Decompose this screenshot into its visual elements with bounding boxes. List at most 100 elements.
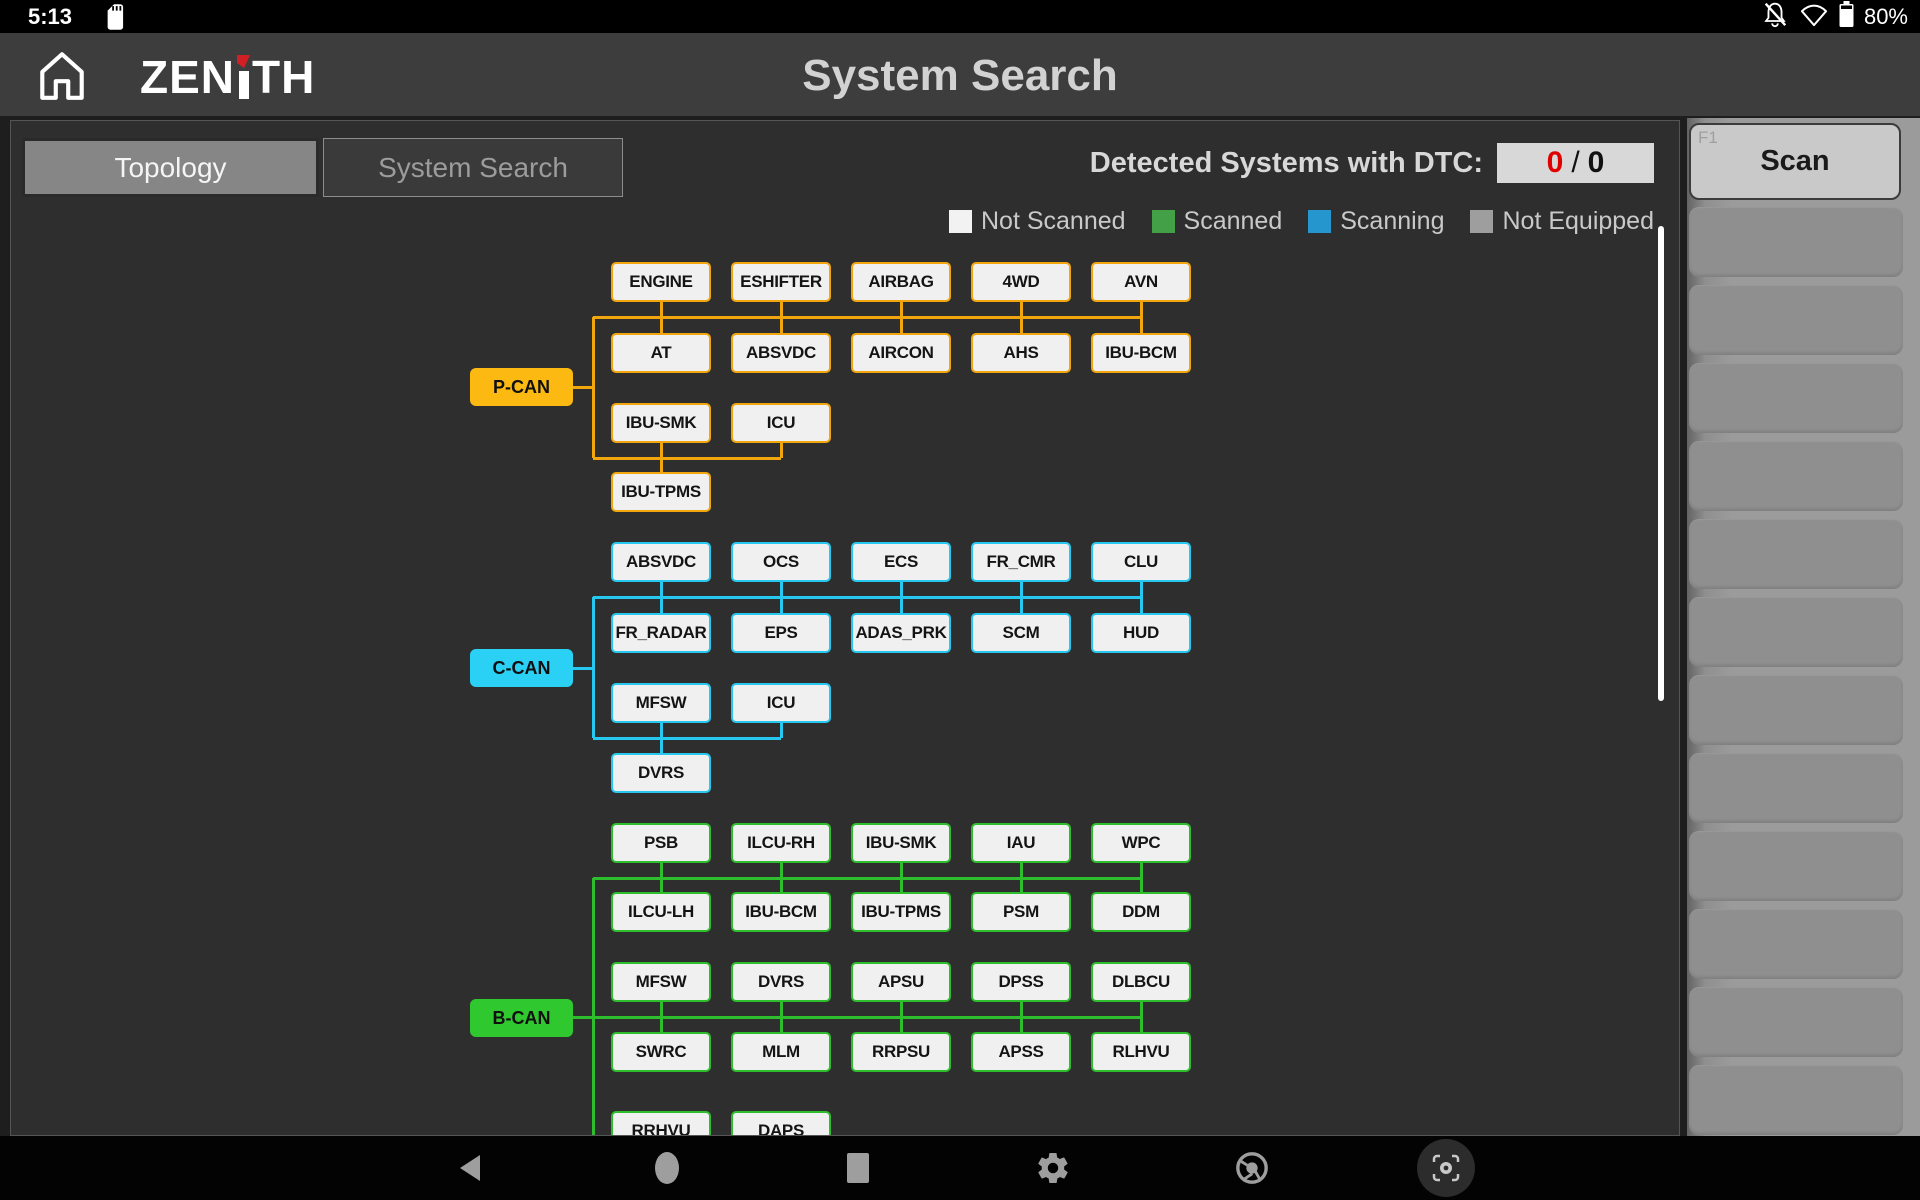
topology-node-fr_cmr[interactable]: FR_CMR [971, 542, 1071, 582]
bus-line [900, 863, 903, 878]
topology-node-dpss[interactable]: DPSS [971, 962, 1071, 1002]
topology-node-apsu[interactable]: APSU [851, 962, 951, 1002]
function-sidebar: F1 Scan [1687, 118, 1920, 1136]
sidebar-empty-button [1689, 987, 1903, 1057]
topology-node-eshifter[interactable]: ESHIFTER [731, 262, 831, 302]
topology-node-apss[interactable]: APSS [971, 1032, 1071, 1072]
topology-node-rlhvu[interactable]: RLHVU [1091, 1032, 1191, 1072]
topology-node-ibu-smk[interactable]: IBU-SMK [851, 823, 951, 863]
topology-node-ibu-bcm[interactable]: IBU-BCM [731, 892, 831, 932]
topology-node-fr_radar[interactable]: FR_RADAR [611, 613, 711, 653]
topology-node-ibu-tpms[interactable]: IBU-TPMS [851, 892, 951, 932]
status-bar: 5:13 80% [0, 0, 1920, 33]
topology-node-ddm[interactable]: DDM [1091, 892, 1191, 932]
bus-line [900, 1002, 903, 1017]
topology-node-ilcu-rh[interactable]: ILCU-RH [731, 823, 831, 863]
topology-node-engine[interactable]: ENGINE [611, 262, 711, 302]
bus-line [1140, 1002, 1143, 1017]
bus-line [780, 317, 783, 333]
topology-node-adas_prk[interactable]: ADAS_PRK [851, 613, 951, 653]
topology-node-mlm[interactable]: MLM [731, 1032, 831, 1072]
bus-line [780, 1017, 783, 1032]
bus-line [660, 863, 663, 878]
bus-line [592, 878, 595, 1136]
topology-canvas: ENGINE ESHIFTER AIRBAG 4WD AVN AT ABSVDC AIRCON… [11, 121, 1680, 1136]
browser-button[interactable] [1220, 1136, 1284, 1200]
topology-node-ahs[interactable]: AHS [971, 333, 1071, 373]
topology-node-hud[interactable]: HUD [1091, 613, 1191, 653]
bus-line [1140, 1017, 1143, 1032]
topology-node-wpc[interactable]: WPC [1091, 823, 1191, 863]
android-nav-bar [0, 1136, 1920, 1200]
screenshot-button[interactable] [1414, 1136, 1478, 1200]
recents-icon [845, 1151, 871, 1185]
bus-line [573, 386, 593, 389]
topology-node-rrpsu[interactable]: RRPSU [851, 1032, 951, 1072]
topology-node-dvrs[interactable]: DVRS [611, 753, 711, 793]
topology-node-4wd[interactable]: 4WD [971, 262, 1071, 302]
topology-node-psm[interactable]: PSM [971, 892, 1071, 932]
topology-node-ecs[interactable]: ECS [851, 542, 951, 582]
topology-node-daps[interactable]: DAPS [731, 1111, 831, 1136]
topology-node-ibu-bcm[interactable]: IBU-BCM [1091, 333, 1191, 373]
bus-line [1140, 302, 1143, 317]
bus-line [900, 597, 903, 613]
bus-line [573, 1016, 1141, 1019]
can-bus-label-c-can: C-CAN [470, 649, 573, 687]
topology-node-swrc[interactable]: SWRC [611, 1032, 711, 1072]
settings-button[interactable] [1021, 1136, 1085, 1200]
bus-line [1020, 597, 1023, 613]
topology-node-dvrs[interactable]: DVRS [731, 962, 831, 1002]
bus-line [660, 582, 663, 597]
back-button[interactable] [438, 1136, 502, 1200]
topology-node-iau[interactable]: IAU [971, 823, 1071, 863]
topology-node-mfsw[interactable]: MFSW [611, 962, 711, 1002]
content-panel: TopologySystem Search Detected Systems w… [10, 120, 1680, 1136]
bus-line [1140, 863, 1143, 878]
topology-node-ibu-tpms[interactable]: IBU-TPMS [611, 472, 711, 512]
recents-button[interactable] [826, 1136, 890, 1200]
sidebar-empty-button [1689, 753, 1903, 823]
topology-node-dlbcu[interactable]: DLBCU [1091, 962, 1191, 1002]
topology-node-scm[interactable]: SCM [971, 613, 1071, 653]
notifications-off-icon [1761, 0, 1789, 33]
bus-line [900, 302, 903, 317]
bus-line [780, 878, 783, 892]
clock-text: 5:13 [28, 4, 72, 30]
topology-node-absvdc[interactable]: ABSVDC [731, 333, 831, 373]
topology-node-avn[interactable]: AVN [1091, 262, 1191, 302]
bus-line [660, 302, 663, 317]
topology-node-ibu-smk[interactable]: IBU-SMK [611, 403, 711, 443]
topology-node-ocs[interactable]: OCS [731, 542, 831, 582]
topology-node-ilcu-lh[interactable]: ILCU-LH [611, 892, 711, 932]
bus-line [780, 597, 783, 613]
vertical-scrollbar-thumb[interactable] [1658, 226, 1664, 701]
sidebar-empty-button [1689, 1065, 1903, 1135]
bus-line [593, 877, 1141, 880]
topology-node-aircon[interactable]: AIRCON [851, 333, 951, 373]
topology-node-rrhvu[interactable]: RRHVU [611, 1111, 711, 1136]
bus-line [660, 1017, 663, 1032]
bus-line [780, 582, 783, 597]
topology-node-at[interactable]: AT [611, 333, 711, 373]
topology-node-clu[interactable]: CLU [1091, 542, 1191, 582]
topology-node-psb[interactable]: PSB [611, 823, 711, 863]
home-nav-button[interactable] [635, 1136, 699, 1200]
bus-line [1140, 317, 1143, 333]
topology-node-mfsw[interactable]: MFSW [611, 683, 711, 723]
scan-button[interactable]: F1 Scan [1689, 123, 1901, 200]
topology-node-absvdc[interactable]: ABSVDC [611, 542, 711, 582]
bus-line [593, 316, 1141, 319]
topology-node-airbag[interactable]: AIRBAG [851, 262, 951, 302]
bus-line [780, 1002, 783, 1017]
topology-node-icu[interactable]: ICU [731, 403, 831, 443]
bus-line [593, 737, 781, 740]
bus-line [1020, 302, 1023, 317]
bus-line [660, 443, 663, 472]
home-circle-icon [652, 1150, 682, 1186]
topology-node-icu[interactable]: ICU [731, 683, 831, 723]
sidebar-empty-button [1689, 207, 1903, 277]
topology-node-eps[interactable]: EPS [731, 613, 831, 653]
bus-line [660, 597, 663, 613]
bus-line [1020, 317, 1023, 333]
